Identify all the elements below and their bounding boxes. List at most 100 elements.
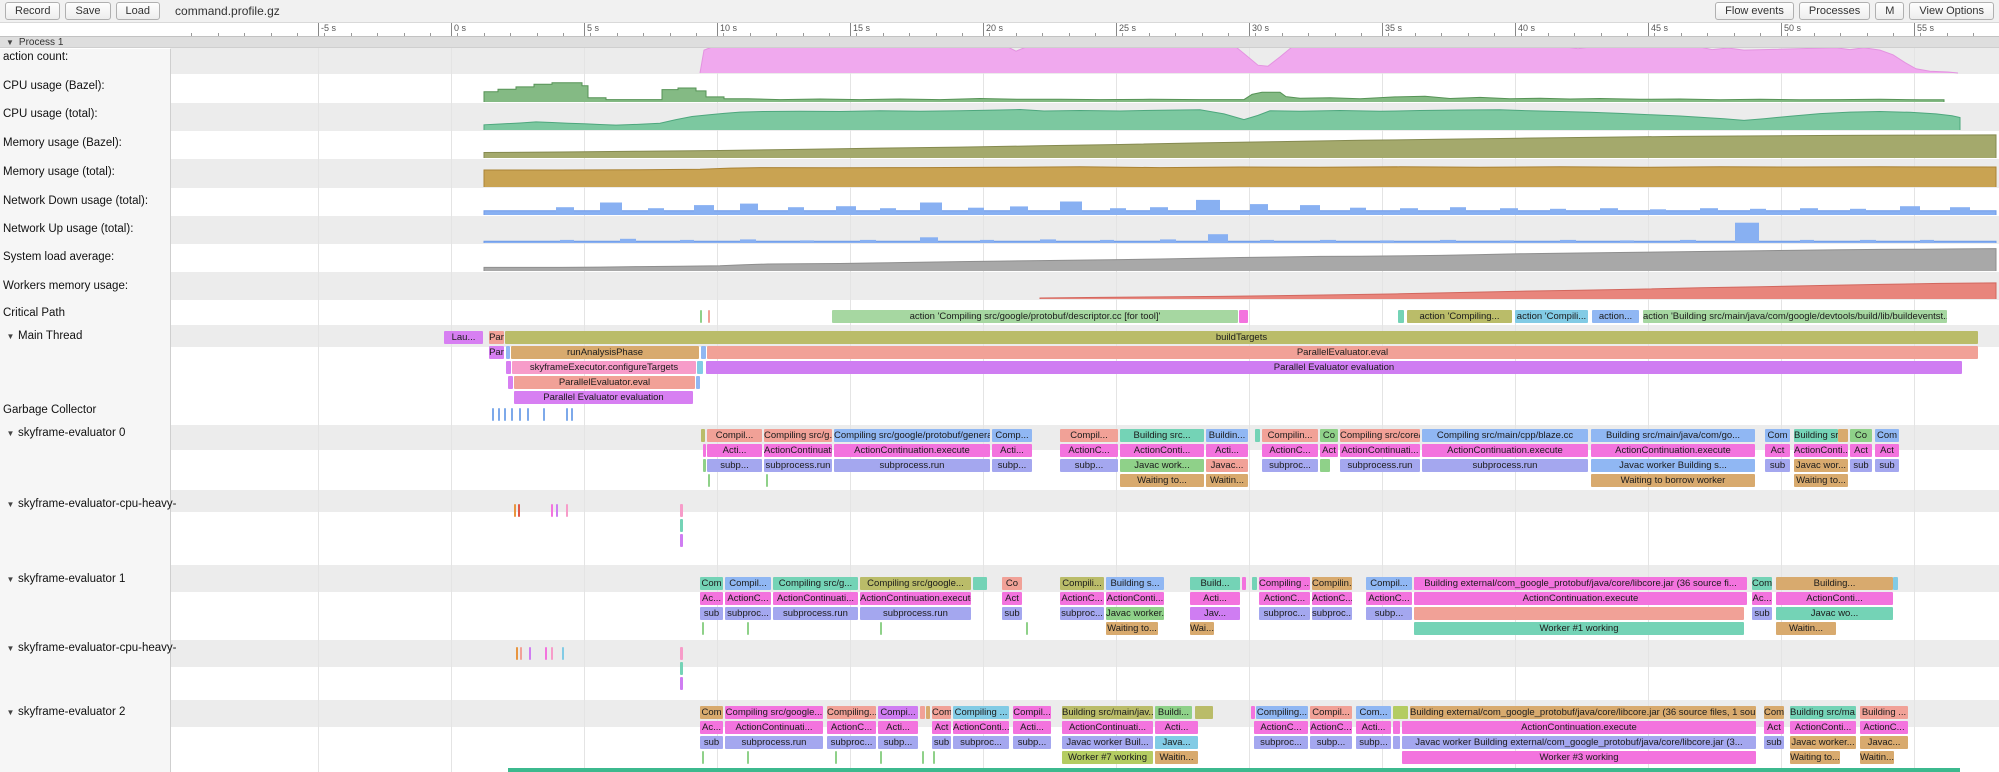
trace-event-box[interactable]	[571, 408, 573, 421]
trace-event-box[interactable]: Java...	[1155, 736, 1198, 749]
trace-event-box[interactable]	[1255, 429, 1260, 442]
trace-event-box[interactable]: ActionContinuation.execute	[834, 444, 990, 457]
trace-event-box[interactable]: Acti...	[992, 444, 1032, 457]
track-label[interactable]: ▼skyframe-evaluator 1	[3, 573, 125, 585]
trace-event-box[interactable]: Javac worker Buil...	[1062, 736, 1153, 749]
trace-event-box[interactable]: Building src...	[1794, 429, 1838, 442]
trace-event-box[interactable]: Wai...	[1190, 622, 1214, 635]
trace-event-box[interactable]	[556, 504, 558, 517]
trace-event-box[interactable]: Ac...	[1752, 592, 1772, 605]
trace-event-box[interactable]	[529, 647, 531, 660]
trace-event-box[interactable]: Com	[700, 706, 723, 719]
save-button[interactable]: Save	[65, 2, 110, 20]
trace-event-box[interactable]	[551, 504, 553, 517]
trace-event-box[interactable]: Compili...	[1060, 577, 1104, 590]
trace-event-box[interactable]: sub	[700, 736, 723, 749]
trace-event-box[interactable]: subproc...	[827, 736, 876, 749]
trace-event-box[interactable]: Building src...	[1120, 429, 1204, 442]
trace-event-box[interactable]: Waiting to...	[1794, 474, 1848, 487]
trace-event-box[interactable]: subprocess.run	[1422, 459, 1588, 472]
trace-event-box[interactable]	[1393, 721, 1400, 734]
trace-event-box[interactable]	[566, 504, 568, 517]
trace-event-box[interactable]: Waiting to...	[1120, 474, 1204, 487]
trace-event-box[interactable]	[747, 751, 749, 764]
trace-event-box[interactable]	[703, 444, 706, 457]
trace-event-box[interactable]: Building src/ma...	[1790, 706, 1856, 719]
trace-event-box[interactable]: Co	[1002, 577, 1022, 590]
counter-cpu-usage-total[interactable]	[0, 103, 1999, 131]
trace-event-box[interactable]: Compi...	[878, 706, 918, 719]
trace-event-box[interactable]	[543, 408, 545, 421]
trace-event-box[interactable]: ParallelEvaluator.eval	[514, 376, 695, 389]
counter-workers-memory-usage[interactable]	[0, 272, 1999, 300]
trace-event-box[interactable]	[1252, 577, 1257, 590]
trace-event-box[interactable]	[1320, 459, 1330, 472]
trace-event-box[interactable]	[880, 751, 882, 764]
trace-event-box[interactable]	[766, 474, 768, 487]
trace-event-box[interactable]: ActionC...	[1254, 721, 1308, 734]
track-label[interactable]: ▼skyframe-evaluator-cpu-heavy-	[3, 498, 177, 510]
trace-event-box[interactable]	[880, 622, 882, 635]
track-label[interactable]: ▼skyframe-evaluator-cpu-heavy-	[3, 642, 177, 654]
trace-event-box[interactable]: Compiling src/google...	[860, 577, 971, 590]
trace-event-box[interactable]: subprocess.run	[860, 607, 971, 620]
trace-event-box[interactable]: Acti...	[1013, 721, 1051, 734]
collapse-arrow-icon[interactable]: ▼	[3, 575, 18, 584]
trace-event-box[interactable]: Compiling ...	[1259, 577, 1310, 590]
trace-event-box[interactable]	[508, 376, 513, 389]
trace-event-box[interactable]	[545, 647, 547, 660]
trace-event-box[interactable]: Ac...	[700, 592, 723, 605]
trace-event-box[interactable]: Compil...	[725, 577, 771, 590]
trace-event-box[interactable]: ActionConti...	[1106, 592, 1164, 605]
trace-event-box[interactable]: subprocess.run	[1340, 459, 1420, 472]
trace-event-box[interactable]: ActionConti...	[1120, 444, 1204, 457]
trace-event-box[interactable]	[1393, 706, 1408, 719]
trace-event-box[interactable]: ActionConti...	[953, 721, 1009, 734]
trace-event-box[interactable]: Act	[1764, 721, 1784, 734]
trace-event-box[interactable]	[680, 662, 683, 675]
trace-event-box[interactable]	[922, 751, 924, 764]
trace-event-box[interactable]: ActionContinuati...	[1062, 721, 1153, 734]
trace-event-box[interactable]: Compiling...	[1256, 706, 1308, 719]
trace-event-box[interactable]	[518, 504, 520, 517]
trace-event-box[interactable]: ActionC...	[1259, 592, 1310, 605]
collapse-arrow-icon[interactable]: ▼	[3, 332, 18, 341]
trace-event-box[interactable]: Worker #1 working	[1414, 622, 1744, 635]
trace-event-box[interactable]: Compiling ...	[953, 706, 1009, 719]
trace-event-box[interactable]: Compiling src/google/protobuf/generat...	[834, 429, 990, 442]
trace-event-box[interactable]: action 'Compiling...	[1407, 310, 1512, 323]
trace-event-box[interactable]	[703, 459, 706, 472]
trace-event-box[interactable]: ActionContinuation.execute	[860, 592, 971, 605]
trace-event-box[interactable]: ActionContinuati...	[725, 721, 823, 734]
track-label[interactable]: ▼skyframe-evaluator 0	[3, 427, 125, 439]
trace-event-box[interactable]	[498, 408, 500, 421]
trace-event-box[interactable]: Par	[489, 331, 504, 344]
track-label[interactable]: ▼Main Thread	[3, 330, 82, 342]
trace-event-box[interactable]: Acti...	[1155, 721, 1198, 734]
trace-event-box[interactable]: ActionContinuati...	[773, 592, 858, 605]
trace-event-box[interactable]: sub	[1765, 459, 1790, 472]
trace-event-box[interactable]: Lau...	[444, 331, 483, 344]
trace-event-box[interactable]: Act	[1320, 444, 1338, 457]
trace-event-box[interactable]: Com	[932, 706, 951, 719]
trace-event-box[interactable]: sub	[932, 736, 951, 749]
trace-event-box[interactable]: Building src/main/java/com/go...	[1591, 429, 1755, 442]
trace-event-box[interactable]	[1893, 577, 1898, 590]
trace-event-box[interactable]: Compilin...	[1312, 577, 1352, 590]
trace-event-box[interactable]: sub	[1764, 736, 1784, 749]
counter-memory-usage-total[interactable]	[0, 159, 1999, 188]
trace-event-box[interactable]: ActionContinuation.execute	[1414, 592, 1747, 605]
trace-event-box[interactable]: ParallelEvaluator.eval	[707, 346, 1978, 359]
trace-event-box[interactable]: Waiting to...	[1106, 622, 1158, 635]
trace-event-box[interactable]: ActionC...	[1060, 444, 1118, 457]
counter-cpu-usage-bazel[interactable]	[0, 74, 1999, 103]
trace-event-box[interactable]	[514, 504, 516, 517]
trace-event-box[interactable]: ActionContinuati...	[764, 444, 832, 457]
trace-event-box[interactable]	[520, 647, 522, 660]
trace-event-box[interactable]: ActionC...	[1310, 721, 1352, 734]
trace-event-box[interactable]: ActionC...	[1366, 592, 1412, 605]
trace-event-box[interactable]: Javac worker Building external/com_googl…	[1402, 736, 1756, 749]
trace-event-box[interactable]: Ac...	[700, 721, 723, 734]
trace-event-box[interactable]: ActionConti...	[1776, 592, 1893, 605]
trace-event-box[interactable]: sub	[1850, 459, 1872, 472]
